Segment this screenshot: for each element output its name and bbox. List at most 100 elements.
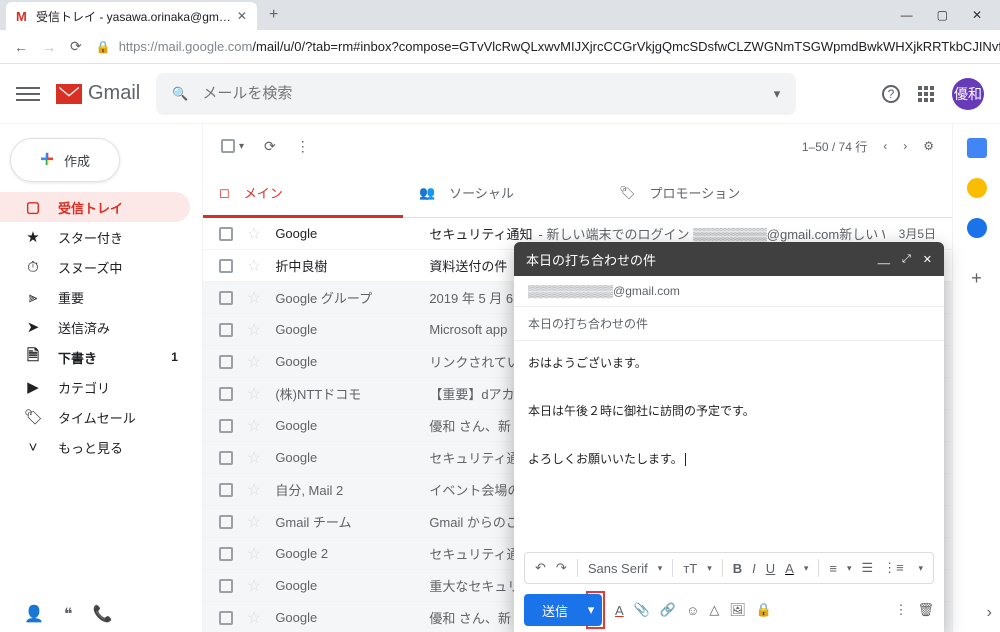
row-checkbox[interactable] <box>219 387 233 401</box>
row-checkbox[interactable] <box>219 483 233 497</box>
tab-social[interactable]: 👥ソーシャル <box>403 168 603 217</box>
next-page-icon[interactable]: › <box>903 139 907 153</box>
star-icon[interactable]: ☆ <box>247 224 261 244</box>
star-icon[interactable]: ☆ <box>247 352 261 372</box>
compose-to-field[interactable]: ▒▒▒▒▒▒▒▒▒▒@gmail.com <box>514 276 944 307</box>
gmail-logo[interactable]: Gmail <box>56 82 140 105</box>
expand-compose-icon[interactable]: ⤢ <box>902 253 911 266</box>
close-compose-icon[interactable]: ✕ <box>923 253 932 266</box>
compose-button[interactable]: + 作成 <box>10 138 120 182</box>
minimize-icon[interactable]: — <box>901 8 913 22</box>
row-checkbox[interactable] <box>219 515 233 529</box>
prev-page-icon[interactable]: ‹ <box>883 139 887 153</box>
row-checkbox[interactable] <box>219 227 233 241</box>
row-checkbox[interactable] <box>219 451 233 465</box>
tab-main[interactable]: ◻メイン <box>203 168 403 217</box>
forward-icon[interactable]: → <box>42 39 56 55</box>
redo-icon[interactable]: ↷ <box>556 560 567 576</box>
send-button[interactable]: 送信 <box>524 594 586 626</box>
help-icon[interactable]: ? <box>882 85 900 103</box>
star-icon[interactable]: ☆ <box>247 576 261 596</box>
photo-icon[interactable]: 🖼 <box>729 602 746 618</box>
sidebar-item-5[interactable]: 🗎下書き1 <box>0 342 190 372</box>
row-checkbox[interactable] <box>219 259 233 273</box>
search-input[interactable] <box>202 85 759 102</box>
apps-grid-icon[interactable] <box>918 86 934 102</box>
reload-icon[interactable]: ⟳ <box>70 38 82 55</box>
star-icon[interactable]: ☆ <box>247 480 261 500</box>
undo-icon[interactable]: ↶ <box>535 560 546 576</box>
back-icon[interactable]: ← <box>14 39 28 55</box>
star-icon[interactable]: ☆ <box>247 256 261 276</box>
font-size-icon[interactable]: тT <box>683 561 697 576</box>
phone-icon[interactable]: 📞 <box>93 604 113 624</box>
emoji-icon[interactable]: ☺ <box>686 603 699 618</box>
row-checkbox[interactable] <box>219 419 233 433</box>
address-bar[interactable]: 🔒 https://mail.google.com/mail/u/0/?tab=… <box>96 39 1000 54</box>
row-checkbox[interactable] <box>219 323 233 337</box>
tasks-icon[interactable] <box>967 218 987 238</box>
row-checkbox[interactable] <box>219 611 233 625</box>
browser-tab[interactable]: M 受信トレイ - yasawa.orinaka@gm… ✕ <box>6 2 257 30</box>
sidebar-item-4[interactable]: ➤送信済み <box>0 312 190 342</box>
sidebar-item-7[interactable]: 🏷タイムセール <box>0 402 190 432</box>
sidebar-item-3[interactable]: ⫸重要 <box>0 282 190 312</box>
send-dropdown-button[interactable]: ▾ <box>580 594 602 626</box>
sidebar-item-2[interactable]: ⏱スヌーズ中 <box>0 252 190 282</box>
sidebar-item-8[interactable]: ˅もっと見る <box>0 432 190 462</box>
close-icon[interactable]: ✕ <box>237 9 247 23</box>
star-icon[interactable]: ☆ <box>247 320 261 340</box>
tab-promotions[interactable]: 🏷プロモーション <box>603 168 803 217</box>
account-avatar[interactable]: 優和 <box>952 78 984 110</box>
person-icon[interactable]: 👤 <box>24 604 44 624</box>
sidebar-item-6[interactable]: ▶カテゴリ <box>0 372 190 402</box>
maximize-icon[interactable]: ▢ <box>937 8 948 22</box>
compose-subject-field[interactable]: 本日の打ち合わせの件 <box>514 307 944 341</box>
link-icon[interactable]: 🔗 <box>660 602 676 618</box>
settings-gear-icon[interactable]: ⚙ <box>923 139 934 153</box>
drive-icon[interactable]: △ <box>709 602 719 618</box>
text-color-icon[interactable]: A <box>785 561 794 576</box>
keep-icon[interactable] <box>967 178 987 198</box>
font-select[interactable]: Sans Serif <box>588 561 648 576</box>
star-icon[interactable]: ☆ <box>247 608 261 628</box>
minimize-compose-icon[interactable]: __ <box>878 253 890 266</box>
text-format-icon[interactable]: A <box>615 603 624 618</box>
row-checkbox[interactable] <box>219 579 233 593</box>
numbered-list-icon[interactable]: ☰ <box>862 560 874 576</box>
star-icon[interactable]: ☆ <box>247 544 261 564</box>
collapse-dock-icon[interactable]: › <box>987 604 992 622</box>
sidebar-item-0[interactable]: ▢受信トレイ <box>0 192 190 222</box>
chevron-down-icon[interactable]: ▾ <box>774 86 781 102</box>
star-icon[interactable]: ☆ <box>247 416 261 436</box>
select-all[interactable]: ▾ <box>221 139 244 153</box>
sidebar-item-1[interactable]: ★スター付き <box>0 222 190 252</box>
refresh-icon[interactable]: ⟳ <box>264 138 276 155</box>
search-box[interactable]: 🔍 ▾ <box>156 73 796 115</box>
row-checkbox[interactable] <box>219 355 233 369</box>
more-icon[interactable]: ⋮ <box>296 138 310 155</box>
star-icon[interactable]: ☆ <box>247 512 261 532</box>
star-icon[interactable]: ☆ <box>247 384 261 404</box>
calendar-icon[interactable] <box>967 138 987 158</box>
chevron-down-icon[interactable]: ▾ <box>239 141 244 152</box>
align-icon[interactable]: ≡ <box>829 561 837 576</box>
new-tab-button[interactable]: + <box>257 6 290 24</box>
italic-icon[interactable]: I <box>752 561 756 576</box>
bold-icon[interactable]: B <box>733 561 742 576</box>
add-addon-icon[interactable]: + <box>971 268 982 289</box>
star-icon[interactable]: ☆ <box>247 448 261 468</box>
bullet-list-icon[interactable]: ⋮≡ <box>883 560 904 576</box>
attach-icon[interactable]: 📎 <box>634 602 650 618</box>
compose-body[interactable]: おはようございます。本日は午後２時に御社に訪問の予定です。よろしくお願いいたしま… <box>514 341 944 548</box>
underline-icon[interactable]: U <box>766 561 775 576</box>
discard-icon[interactable]: 🗑 <box>917 602 934 618</box>
row-checkbox[interactable] <box>219 291 233 305</box>
hangouts-icon[interactable]: ❝ <box>64 604 73 624</box>
hamburger-icon[interactable] <box>16 82 40 106</box>
star-icon[interactable]: ☆ <box>247 288 261 308</box>
row-checkbox[interactable] <box>219 547 233 561</box>
compose-header[interactable]: 本日の打ち合わせの件 __ ⤢ ✕ <box>514 242 944 276</box>
more-options-icon[interactable]: ⋮ <box>894 602 907 618</box>
close-window-icon[interactable]: ✕ <box>972 8 982 22</box>
